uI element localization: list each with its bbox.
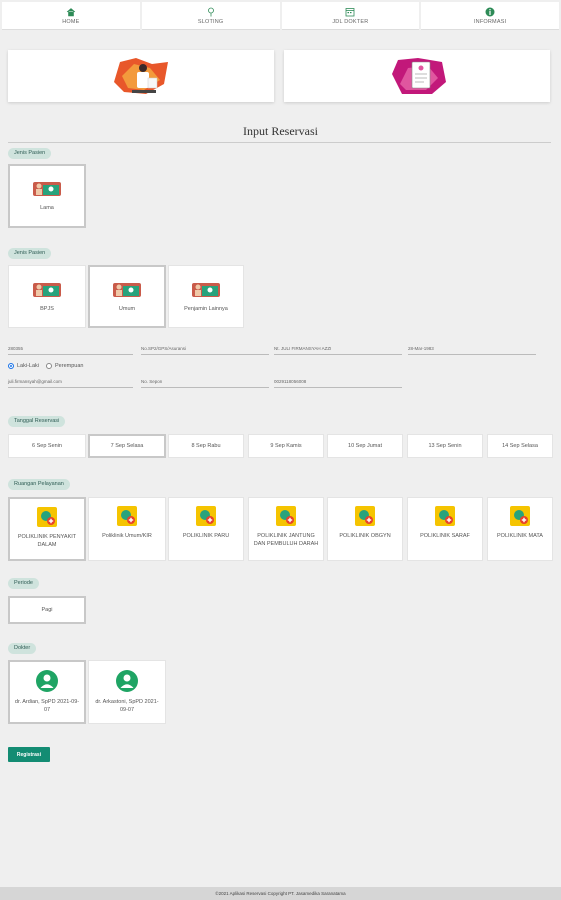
nav-jdl-dokter-label: JDL DOKTER bbox=[332, 18, 369, 25]
date-option[interactable]: 6 Sep Senin bbox=[8, 434, 86, 458]
date-option[interactable]: 8 Sep Rabu bbox=[168, 434, 244, 458]
doctor-label: dr. Arkastoni, SpPD 2021-09-07 bbox=[95, 699, 159, 713]
clinic-label: POLIKLINIK JANTUNG DAN PEMBULUH DARAH bbox=[253, 533, 319, 547]
info-icon bbox=[485, 7, 495, 16]
nav-informasi[interactable]: INFORMASI bbox=[421, 2, 559, 30]
clinic-icon bbox=[276, 506, 296, 526]
section-label-penjamin: Jenis Pasien bbox=[8, 248, 52, 259]
date-option[interactable]: 14 Sep Selasa bbox=[487, 434, 553, 458]
page-title: Input Reservasi bbox=[243, 124, 318, 138]
clinic-label: POLIKLINIK SARAF bbox=[420, 533, 470, 539]
clinic-option[interactable]: POLIKLINIK JANTUNG DAN PEMBULUH DARAH bbox=[248, 497, 324, 561]
nik-field[interactable]: No.SP2/GPS/Asuransi bbox=[141, 343, 269, 355]
clinic-option[interactable]: POLIKLINIK OBGYN bbox=[327, 497, 403, 561]
section-label-jenis-pasien: Jenis Pasien bbox=[8, 148, 52, 159]
clinic-option-selected[interactable]: POLIKLINIK PENYAKIT DALAM bbox=[8, 497, 86, 561]
nav-home-label: HOME bbox=[62, 18, 80, 25]
patient-type-lama-label: Lama bbox=[40, 205, 54, 211]
home-icon bbox=[66, 7, 76, 16]
nav-sloting[interactable]: SLOTING bbox=[141, 2, 280, 30]
clinic-label: POLIKLINIK PENYAKIT DALAM bbox=[17, 534, 77, 548]
nav-sloting-label: SLOTING bbox=[197, 18, 224, 25]
date-option[interactable]: 9 Sep Kamis bbox=[248, 434, 324, 458]
gender-female-radio[interactable] bbox=[46, 363, 53, 369]
doctor-option-selected[interactable]: dr. Ardian, SpPD 2021-09-07 bbox=[8, 660, 86, 724]
clinic-label: POLIKLINIK PARU bbox=[182, 533, 230, 539]
patient-card-icon bbox=[33, 282, 61, 297]
clinic-icon bbox=[355, 506, 375, 526]
registrasi-button[interactable]: Registrasi bbox=[8, 747, 50, 762]
no-rm-field[interactable]: 280355 bbox=[8, 343, 133, 355]
doctor-illustration-icon bbox=[114, 58, 168, 94]
payer-umum[interactable]: Umum bbox=[88, 265, 166, 328]
doctor-option[interactable]: dr. Arkastoni, SpPD 2021-09-07 bbox=[88, 660, 166, 724]
gender-radio-group: Laki-Laki Perempuan bbox=[8, 363, 83, 369]
clinic-option[interactable]: POLIKLINIK PARU bbox=[168, 497, 244, 561]
footer: ©2021 Aplikasi Reservasi Copyright PT. J… bbox=[0, 887, 561, 900]
date-option[interactable]: 13 Sep Senin bbox=[407, 434, 483, 458]
hp-field[interactable]: 0029118056008 bbox=[274, 376, 402, 388]
payer-bpjs-label: BPJS bbox=[40, 305, 54, 312]
section-label-dokter: Dokter bbox=[8, 643, 37, 654]
patient-card-icon bbox=[192, 282, 220, 297]
date-option[interactable]: 10 Sep Jumat bbox=[327, 434, 403, 458]
payer-bpjs[interactable]: BPJS bbox=[8, 265, 86, 328]
payer-lainnya-label: Penjamin Lainnya bbox=[184, 305, 228, 312]
top-nav: HOME SLOTING JDL DOKTER INFORMASI bbox=[0, 0, 561, 30]
periode-option-selected[interactable]: Pagi bbox=[8, 596, 86, 624]
section-label-tanggal: Tanggal Reservasi bbox=[8, 416, 66, 427]
email-field[interactable]: juli.firmansyah@gmail.com bbox=[8, 376, 133, 388]
clinic-icon bbox=[510, 506, 530, 526]
clinic-option[interactable]: Poliklinik Umum/KIR bbox=[88, 497, 166, 561]
pin-icon bbox=[207, 7, 214, 16]
clinic-label: POLIKLINIK OBGYN bbox=[339, 533, 391, 539]
clinic-option[interactable]: POLIKLINIK SARAF bbox=[407, 497, 483, 561]
nav-home[interactable]: HOME bbox=[2, 2, 140, 30]
clinic-icon bbox=[37, 507, 57, 527]
gender-female-label: Perempuan bbox=[55, 363, 84, 369]
clinic-icon bbox=[196, 506, 216, 526]
gender-male-label: Laki-Laki bbox=[17, 363, 40, 369]
divider bbox=[8, 142, 551, 143]
periode-label: Pagi bbox=[41, 607, 53, 613]
reservation-banner[interactable] bbox=[8, 50, 274, 102]
tgl-lahir-field[interactable]: 28-Mar-1983 bbox=[408, 343, 536, 355]
payer-umum-label: Umum bbox=[118, 305, 136, 312]
patient-card-icon bbox=[33, 182, 61, 196]
patient-type-lama[interactable]: Lama bbox=[8, 164, 86, 228]
schedule-banner[interactable] bbox=[284, 50, 550, 102]
doctor-label: dr. Ardian, SpPD 2021-09-07 bbox=[14, 699, 80, 713]
nama-field[interactable]: Nt. JULI FIRMANSYAH AZZI bbox=[274, 343, 402, 355]
calendar-icon bbox=[345, 7, 355, 16]
doctor-avatar-icon bbox=[36, 670, 58, 692]
patient-card-icon bbox=[113, 282, 141, 297]
clinic-option[interactable]: POLIKLINIK MATA bbox=[487, 497, 553, 561]
clinic-label: POLIKLINIK MATA bbox=[497, 533, 543, 539]
telp-field[interactable]: No. Sepon bbox=[141, 376, 269, 388]
section-label-periode: Periode bbox=[8, 578, 39, 589]
payer-lainnya[interactable]: Penjamin Lainnya bbox=[168, 265, 244, 328]
clinic-label: Poliklinik Umum/KIR bbox=[102, 533, 152, 539]
gender-male-radio[interactable] bbox=[8, 363, 14, 369]
doctor-avatar-icon bbox=[116, 670, 138, 692]
clinic-icon bbox=[117, 506, 137, 526]
clinic-icon bbox=[435, 506, 455, 526]
date-option-selected[interactable]: 7 Sep Selasa bbox=[88, 434, 166, 458]
section-label-ruangan: Ruangan Pelayanan bbox=[8, 479, 70, 490]
clipboard-illustration-icon bbox=[392, 58, 446, 94]
nav-informasi-label: INFORMASI bbox=[473, 18, 507, 25]
nav-jdl-dokter[interactable]: JDL DOKTER bbox=[281, 2, 420, 30]
